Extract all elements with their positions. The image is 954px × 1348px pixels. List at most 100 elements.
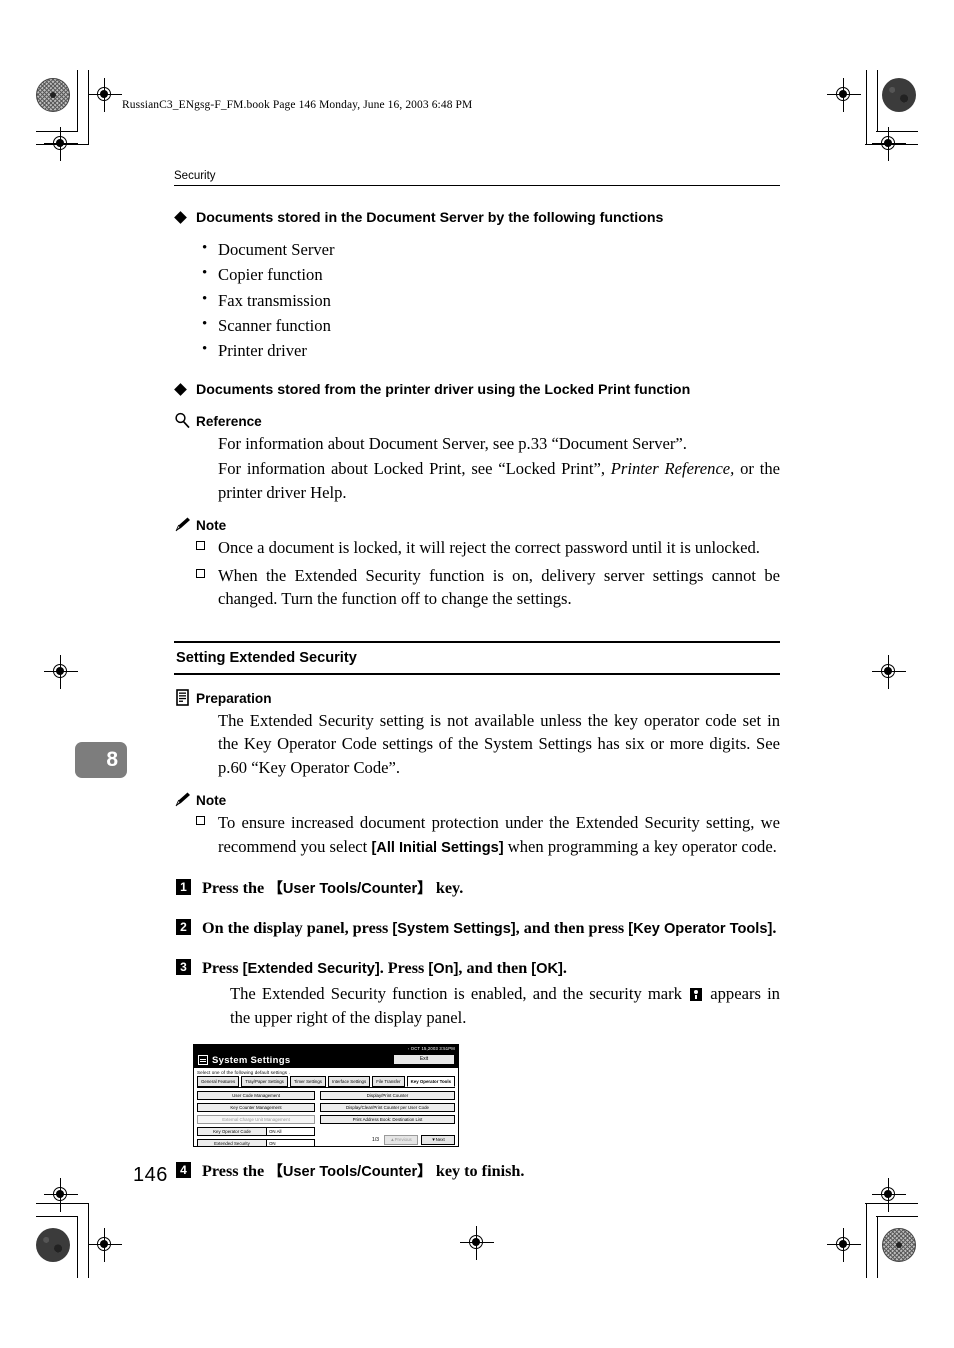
lcd-tab-interface-settings[interactable]: Interface Settings <box>328 1076 371 1087</box>
note-label-2: Note <box>196 793 227 809</box>
lcd-title-bar: System Settings Exit <box>194 1052 458 1068</box>
reference-paragraph-2: For information about Locked Print, see … <box>174 457 780 504</box>
diamond-icon <box>174 211 187 224</box>
lcd-row-extended-security: Extended Security ON <box>197 1139 315 1146</box>
diamond-heading-2-label: Documents stored from the printer driver… <box>196 381 691 398</box>
trim-line <box>876 131 918 132</box>
lcd-tab-file-transfer[interactable]: File Transfer <box>372 1076 405 1087</box>
list-item: When the Extended Security function is o… <box>174 564 780 611</box>
step-3-mid: . Press <box>379 959 429 978</box>
preparation-text: The Extended Security setting is not ava… <box>218 710 780 777</box>
lcd-button-external-charge-unit-management: External Charge Unit Management <box>197 1115 315 1124</box>
lcd-tab-key-operator-tools[interactable]: Key Operator Tools <box>406 1076 456 1087</box>
trim-line <box>77 1216 78 1278</box>
step-2: 2 On the display panel, press [System Se… <box>174 917 780 940</box>
lcd-exit-button[interactable]: Exit <box>393 1054 455 1065</box>
registration-crosshair-center <box>460 1226 494 1260</box>
step-number: 1 <box>176 879 191 896</box>
step-4-pre: Press the <box>202 1162 269 1180</box>
registration-crosshair <box>88 1228 122 1262</box>
registration-crosshair <box>827 1228 861 1262</box>
step-4-text: Press the 【User Tools/Counter】 key to fi… <box>202 1160 780 1183</box>
step-1-post: key. <box>431 879 464 898</box>
step-2-mid: , and then press <box>515 919 629 938</box>
diamond-heading-1-label: Documents stored in the Document Server … <box>196 210 664 226</box>
lcd-button-key-counter-management[interactable]: Key Counter Management <box>197 1103 315 1112</box>
gui-user-tools-counter-key: 【User Tools/Counter】 <box>268 881 432 898</box>
registration-circle-dark <box>36 1228 70 1262</box>
lcd-button-print-address-book-destination-list[interactable]: Print Address Book: Destination List <box>320 1115 455 1124</box>
step-3: 3 Press [Extended Security]. Press [On],… <box>174 957 780 1029</box>
book-icon <box>174 688 192 706</box>
step-3-text: Press [Extended Security]. Press [On], a… <box>202 957 780 980</box>
step-3-body: The Extended Security function is enable… <box>202 982 780 1029</box>
gui-system-settings: [System Settings] <box>392 921 516 938</box>
note-heading-1: Note <box>174 517 780 533</box>
step-2-pre: On the display panel, press <box>202 919 393 938</box>
lcd-tab-general-features[interactable]: General Features <box>197 1076 240 1087</box>
lcd-instruction: Select one of the following default sett… <box>197 1070 290 1075</box>
section-setting-extended-security: Setting Extended Security <box>174 640 780 675</box>
gui-on: [On] <box>428 961 459 978</box>
reference-italic-title: Printer Reference, <box>610 459 735 479</box>
trim-line <box>877 70 878 132</box>
registration-circle-hatched <box>36 78 70 112</box>
step-4-post: key to finish. <box>431 1162 525 1180</box>
registration-crosshair <box>872 1178 906 1212</box>
lcd-tab-bar: General Features Tray/Paper Settings Tim… <box>194 1076 458 1087</box>
lcd-button-extended-security[interactable]: Extended Security <box>197 1139 267 1146</box>
book-file-info-line: RussianC3_ENgsg-F_FM.book Page 146 Monda… <box>122 99 473 111</box>
gui-all-initial-settings: [All Initial Settings] <box>371 839 504 856</box>
note-list-2: To ensure increased document protection … <box>174 811 780 860</box>
list-item: Scanner function <box>202 312 780 338</box>
lcd-next-button[interactable]: ▼Next <box>421 1135 455 1145</box>
trim-line <box>88 70 89 145</box>
trim-line <box>36 1203 89 1204</box>
lcd-button-key-operator-code[interactable]: Key Operator Code <box>197 1127 267 1136</box>
lcd-right-column: Display/Print Counter Display/Clear/Prin… <box>320 1091 455 1145</box>
list-item: Printer driver <box>202 337 780 363</box>
step-1: 1 Press the 【User Tools/Counter】 key. <box>174 877 780 900</box>
registration-crosshair <box>44 127 78 161</box>
preparation-label: Preparation <box>196 690 272 706</box>
list-item: Document Server <box>202 236 780 262</box>
registration-circle-hatched <box>882 1228 916 1262</box>
lcd-button-user-code-management[interactable]: User Code Management <box>197 1091 315 1100</box>
registration-crosshair <box>827 78 861 112</box>
step-4: 4 Press the 【User Tools/Counter】 key to … <box>174 1160 780 1183</box>
preparation-heading: Preparation <box>174 688 780 706</box>
registration-crosshair <box>44 1178 78 1212</box>
security-mark-icon <box>690 988 703 1002</box>
step-number: 3 <box>176 959 191 976</box>
lcd-status-bar: ◦ OCT 15,2003 3:51PM <box>194 1045 458 1052</box>
list-item: To ensure increased document protection … <box>174 811 780 860</box>
lcd-row-key-operator-code: Key Operator Code ON All <box>197 1127 315 1136</box>
step-number: 2 <box>176 919 191 936</box>
lcd-page-indicator: 1/3 <box>372 1137 379 1143</box>
diamond-icon <box>174 382 187 396</box>
registration-crosshair <box>872 655 906 689</box>
content-column: Security Documents stored in the Documen… <box>174 170 780 1029</box>
diamond-heading-2: Documents stored from the printer driver… <box>174 382 780 400</box>
note-heading-2: Note <box>174 792 780 809</box>
registration-crosshair <box>872 127 906 161</box>
lcd-tab-timer-settings[interactable]: Timer Settings <box>289 1076 326 1087</box>
function-list: Document Server Copier function Fax tran… <box>174 236 780 364</box>
lcd-button-display-print-counter[interactable]: Display/Print Counter <box>320 1091 455 1100</box>
reference-heading: Reference <box>174 412 780 429</box>
chapter-tab: 8 <box>75 742 127 778</box>
lcd-tab-tray-paper-settings[interactable]: Tray/Paper Settings <box>241 1076 288 1087</box>
gui-extended-security: [Extended Security] <box>242 961 380 978</box>
lcd-title-text: System Settings <box>212 1054 291 1066</box>
diamond-heading-1: Documents stored in the Document Server … <box>174 210 780 228</box>
reference-label: Reference <box>196 413 262 429</box>
magnifier-icon <box>174 412 192 429</box>
lcd-button-display-clear-print-counter-per-user-code[interactable]: Display/Clear/Print Counter per User Cod… <box>320 1103 455 1112</box>
trim-line <box>36 144 89 145</box>
page-number: 146 <box>133 1164 168 1186</box>
note-list-1: Once a document is locked, it will rejec… <box>174 536 780 611</box>
step-2-post: . <box>772 919 777 938</box>
registration-crosshair <box>44 655 78 689</box>
lcd-value-extended-security: ON <box>267 1139 315 1146</box>
lcd-previous-button[interactable]: ▲Previous <box>384 1135 418 1145</box>
